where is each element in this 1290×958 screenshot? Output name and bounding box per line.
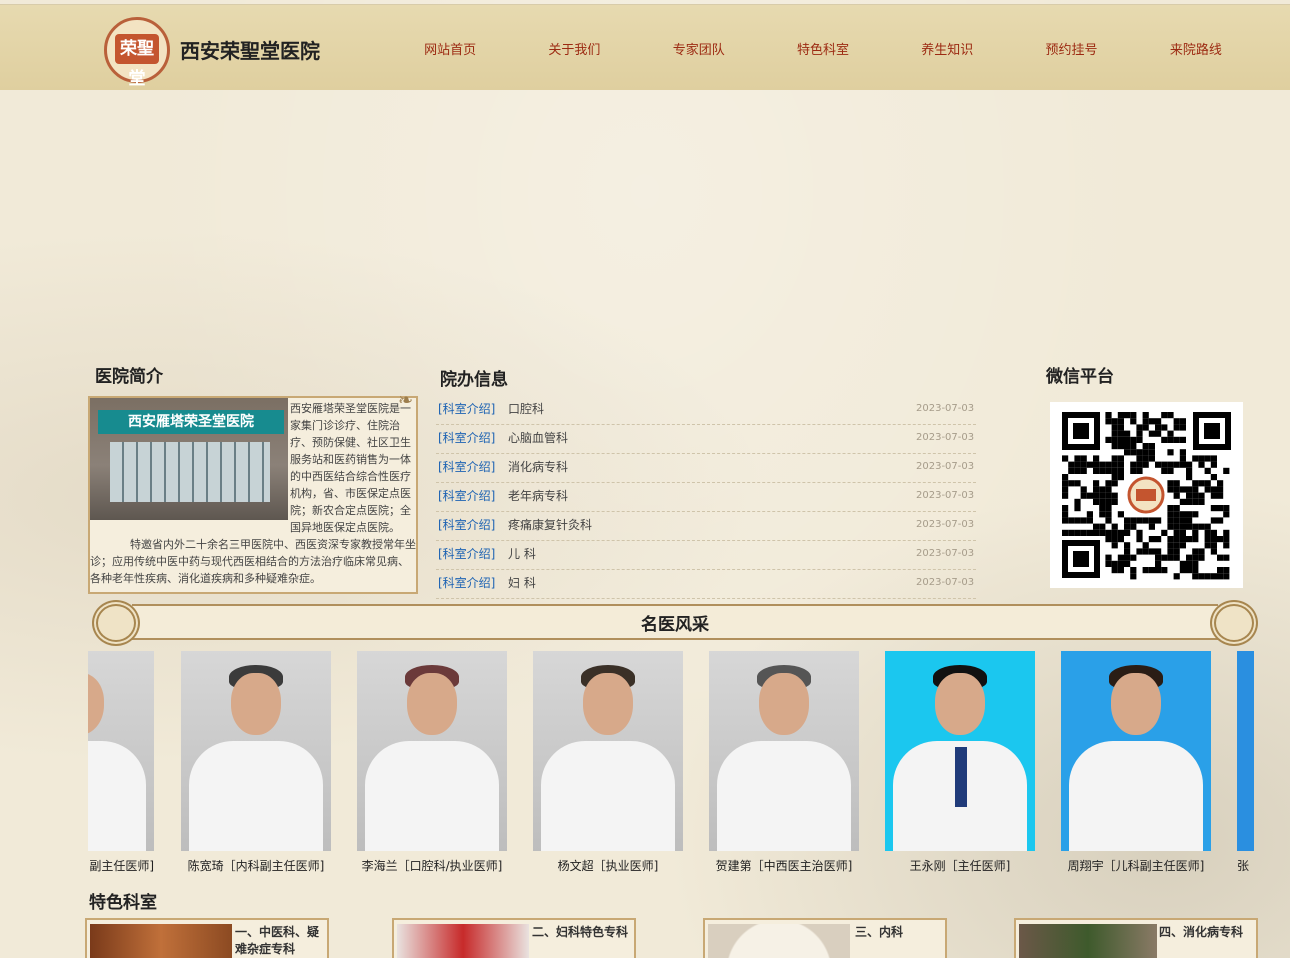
intro-title: 医院简介 [95, 367, 163, 387]
doctor-name[interactable]: 李海兰［口腔科/执业医师] [357, 857, 507, 874]
doctor-card[interactable]: 张 [1237, 651, 1254, 874]
hospital-photo[interactable]: 西安雁塔荣圣堂医院 [90, 398, 288, 520]
dept-image[interactable] [90, 924, 232, 958]
logo-emblem: 荣聖堂 [115, 34, 159, 89]
corner-ornament-icon: ❧ [398, 390, 414, 411]
depts-title: 特色科室 [89, 893, 157, 913]
doctor-card[interactable]: 副主任医师] [88, 651, 154, 874]
dept-label[interactable]: 四、消化病专科 [1159, 924, 1256, 941]
news-title-link[interactable]: 儿 科 [508, 541, 916, 569]
dept-label[interactable]: 一、中医科、疑难杂症专科 [235, 924, 327, 958]
doctor-photo[interactable] [709, 651, 859, 851]
news-title-link[interactable]: 心脑血管科 [508, 425, 916, 453]
dept-image[interactable] [708, 924, 850, 958]
doctor-card[interactable]: 李海兰［口腔科/执业医师] [357, 651, 507, 874]
storefront [110, 442, 270, 502]
news-tag[interactable]: [科室介绍] [436, 396, 508, 424]
nav-health[interactable]: 养生知识 [885, 39, 1009, 58]
doctor-name[interactable]: 贺建第［中西医主治医师] [709, 857, 859, 874]
doctor-photo[interactable] [88, 651, 154, 851]
news-title-link[interactable]: 疼痛康复针灸科 [508, 512, 916, 540]
doctor-card[interactable]: 贺建第［中西医主治医师] [709, 651, 859, 874]
doctor-photo[interactable] [533, 651, 683, 851]
news-tag[interactable]: [科室介绍] [436, 541, 508, 569]
nav-departments[interactable]: 特色科室 [761, 39, 885, 58]
dept-card[interactable]: 四、消化病专科 [1014, 918, 1258, 958]
main-nav: 网站首页 关于我们 专家团队 特色科室 养生知识 预约挂号 来院路线 [388, 39, 1258, 58]
dept-card[interactable]: 一、中医科、疑难杂症专科 [85, 918, 329, 958]
news-tag[interactable]: [科室介绍] [436, 454, 508, 482]
intro-paragraph-2: 特邀省内外二十余名三甲医院中、西医资深专家教授常年坐诊；应用传统中医中药与现代西… [90, 538, 416, 585]
news-date: 2023-07-03 [916, 577, 975, 588]
news-title-link[interactable]: 口腔科 [508, 396, 916, 424]
nav-about[interactable]: 关于我们 [512, 39, 636, 58]
nav-appointment[interactable]: 预约挂号 [1009, 39, 1133, 58]
dept-label[interactable]: 二、妇科特色专科 [532, 924, 632, 941]
news-title-link[interactable]: 妇 科 [508, 570, 916, 598]
doctor-name[interactable]: 副主任医师] [88, 857, 154, 874]
dept-card[interactable]: 三、内科 [703, 918, 947, 958]
news-item[interactable]: [科室介绍] 儿 科 2023-07-03 [436, 541, 976, 570]
news-item[interactable]: [科室介绍] 妇 科 2023-07-03 [436, 570, 976, 599]
doctor-card[interactable]: 王永刚［主任医师] [885, 651, 1035, 874]
doctor-name[interactable]: 王永刚［主任医师] [885, 857, 1035, 874]
doctor-photo[interactable] [357, 651, 507, 851]
news-date: 2023-07-03 [916, 519, 975, 530]
hospital-sign: 西安雁塔荣圣堂医院 [98, 410, 284, 434]
news-tag[interactable]: [科室介绍] [436, 512, 508, 540]
news-item[interactable]: [科室介绍] 心脑血管科 2023-07-03 [436, 425, 976, 454]
news-title-link[interactable]: 消化病专科 [508, 454, 916, 482]
dept-label[interactable]: 三、内科 [855, 924, 945, 941]
dept-image[interactable] [1019, 924, 1157, 958]
intro-box: 西安雁塔荣圣堂医院 西安雁塔荣圣堂医院是一家集门诊诊疗、住院治疗、预防保健、社区… [88, 396, 418, 594]
doctors-title: 名医风采 [641, 615, 709, 635]
dept-card[interactable]: 二、妇科特色专科 [392, 918, 636, 958]
news-list: [科室介绍] 口腔科 2023-07-03 [科室介绍] 心脑血管科 2023-… [436, 396, 976, 599]
news-item[interactable]: [科室介绍] 消化病专科 2023-07-03 [436, 454, 976, 483]
doctor-card[interactable]: 周翔宇［儿科副主任医师] [1061, 651, 1211, 874]
news-date: 2023-07-03 [916, 490, 975, 501]
doctor-card[interactable]: 杨文超［执业医师] [533, 651, 683, 874]
news-tag[interactable]: [科室介绍] [436, 425, 508, 453]
news-date: 2023-07-03 [916, 548, 975, 559]
doctors-banner: 名医风采 [92, 600, 1258, 646]
doctor-photo[interactable] [1061, 651, 1211, 851]
wechat-title: 微信平台 [1046, 367, 1114, 387]
news-tag[interactable]: [科室介绍] [436, 483, 508, 511]
wechat-qr-code [1050, 402, 1243, 588]
news-item[interactable]: [科室介绍] 疼痛康复针灸科 2023-07-03 [436, 512, 976, 541]
doctor-photo[interactable] [885, 651, 1035, 851]
nav-home[interactable]: 网站首页 [388, 39, 512, 58]
dept-image[interactable] [397, 924, 529, 958]
doctor-card[interactable]: 陈宽琦［内科副主任医师] [181, 651, 331, 874]
news-item[interactable]: [科室介绍] 老年病专科 2023-07-03 [436, 483, 976, 512]
news-date: 2023-07-03 [916, 432, 975, 443]
doctor-photo[interactable] [1237, 651, 1254, 851]
news-tag[interactable]: [科室介绍] [436, 570, 508, 598]
doctor-name[interactable]: 张 [1237, 857, 1254, 874]
news-title: 院办信息 [440, 370, 508, 390]
news-item[interactable]: [科室介绍] 口腔科 2023-07-03 [436, 396, 976, 425]
qr-code-icon [1050, 402, 1243, 588]
site-title: 西安荣聖堂医院 [180, 39, 320, 63]
doctor-photo[interactable] [181, 651, 331, 851]
nav-directions[interactable]: 来院路线 [1134, 39, 1258, 58]
nav-experts[interactable]: 专家团队 [637, 39, 761, 58]
doctors-carousel: 副主任医师] 陈宽琦［内科副主任医师] 李海兰［口腔科/执业医师] 杨文超［执业… [88, 651, 1254, 876]
news-date: 2023-07-03 [916, 403, 975, 414]
doctor-name[interactable]: 陈宽琦［内科副主任医师] [181, 857, 331, 874]
news-title-link[interactable]: 老年病专科 [508, 483, 916, 511]
news-date: 2023-07-03 [916, 461, 975, 472]
doctor-name[interactable]: 周翔宇［儿科副主任医师] [1061, 857, 1211, 874]
doctor-name[interactable]: 杨文超［执业医师] [533, 857, 683, 874]
site-header: 荣聖堂 西安荣聖堂医院 网站首页 关于我们 专家团队 特色科室 养生知识 预约挂… [0, 4, 1290, 90]
hospital-logo[interactable]: 荣聖堂 [104, 17, 170, 89]
